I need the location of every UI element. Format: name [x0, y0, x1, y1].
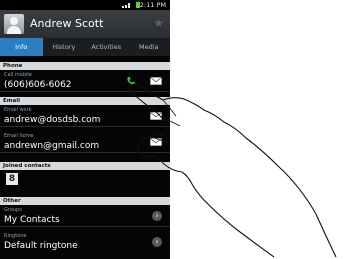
swipe-gesture-hand-illustration	[129, 83, 337, 258]
